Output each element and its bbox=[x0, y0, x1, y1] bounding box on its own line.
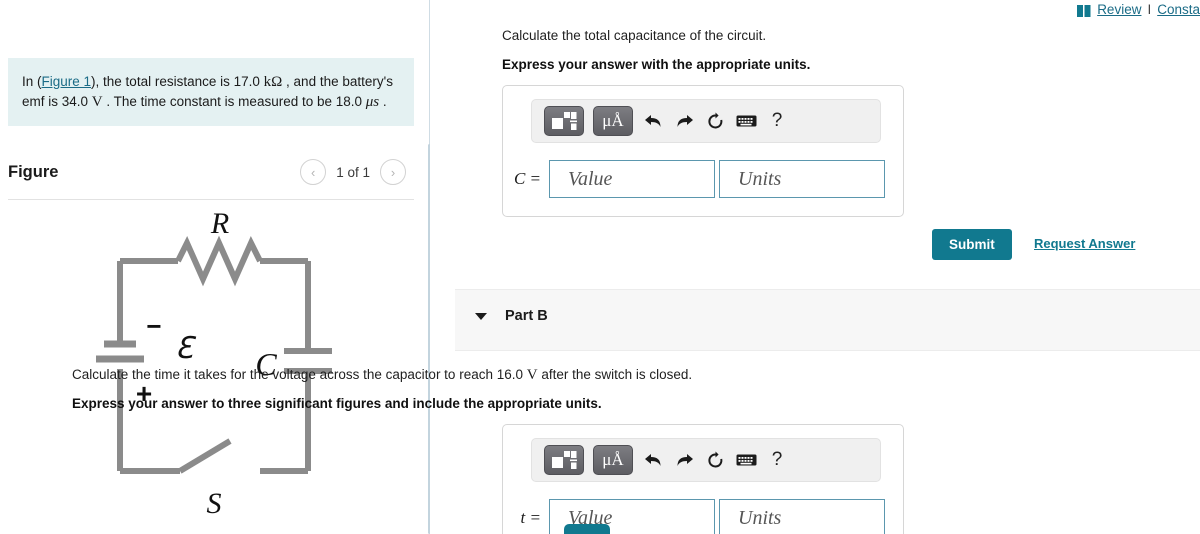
part-a-question: Calculate the total capacitance of the c… bbox=[502, 28, 767, 43]
links-separator: I bbox=[1147, 2, 1152, 17]
info-text-mid3: . The time constant is measured to be 18… bbox=[102, 94, 366, 109]
help-question-icon[interactable]: ? bbox=[766, 110, 788, 132]
chevron-left-icon[interactable]: ‹ bbox=[300, 159, 327, 185]
help-question-icon[interactable]: ? bbox=[766, 449, 788, 471]
part-a-submit-button[interactable]: Submit bbox=[932, 229, 1012, 260]
redo-arrow-icon[interactable] bbox=[673, 110, 695, 132]
part-b-units-input[interactable]: Units bbox=[719, 499, 885, 534]
math-template-icon[interactable] bbox=[544, 106, 584, 136]
part-a-request-answer-link[interactable]: Request Answer bbox=[1034, 236, 1135, 251]
chevron-right-icon[interactable]: › bbox=[380, 159, 406, 185]
top-links: Review I Consta bbox=[1077, 2, 1200, 17]
info-text-pre: In ( bbox=[22, 74, 42, 89]
part-b-variable-label: t = bbox=[520, 508, 541, 527]
emf-unit: V bbox=[91, 94, 103, 110]
part-b-toolbar: μÅ ? bbox=[531, 438, 881, 482]
keyboard-icon[interactable] bbox=[735, 449, 757, 471]
resistance-unit: kΩ bbox=[263, 74, 283, 90]
reset-circular-arrow-icon[interactable] bbox=[704, 110, 726, 132]
reset-circular-arrow-icon[interactable] bbox=[704, 449, 726, 471]
part-a-toolbar: μÅ ? bbox=[531, 99, 881, 143]
figure-header: Figure ‹ 1 of 1 › bbox=[8, 155, 414, 199]
part-a-instruction: Express your answer with the appropriate… bbox=[502, 57, 811, 72]
part-a-value-input[interactable]: Value bbox=[549, 160, 715, 198]
units-button-label: μÅ bbox=[602, 450, 624, 469]
part-a-field-row: C = Value Units bbox=[513, 160, 885, 198]
info-text-mid1: ), the total resistance is 17.0 bbox=[91, 74, 264, 89]
constants-link[interactable]: Consta bbox=[1157, 2, 1200, 17]
time-constant-unit: μs bbox=[365, 94, 380, 110]
figure-1-link[interactable]: Figure 1 bbox=[42, 74, 92, 89]
figure-title: Figure bbox=[8, 163, 59, 181]
caret-down-icon[interactable] bbox=[475, 313, 487, 320]
math-template-icon[interactable] bbox=[544, 445, 584, 475]
part-b-instruction: Express your answer to three significant… bbox=[72, 396, 602, 411]
mu-angstrom-units-icon[interactable]: μÅ bbox=[593, 106, 633, 136]
emf-label: ℇ bbox=[175, 332, 197, 365]
circuit-diagram: R ℇ C S − + bbox=[8, 203, 414, 523]
switch-label: S bbox=[207, 487, 222, 520]
keyboard-icon[interactable] bbox=[735, 110, 757, 132]
part-b-question-pre: Calculate the time it takes for the volt… bbox=[72, 367, 527, 382]
part-b-question: Calculate the time it takes for the volt… bbox=[72, 366, 812, 384]
part-b-submit-button[interactable] bbox=[564, 524, 610, 534]
figure-navigation: ‹ 1 of 1 › bbox=[300, 159, 406, 185]
review-link[interactable]: Review bbox=[1097, 2, 1141, 17]
undo-arrow-icon[interactable] bbox=[642, 110, 664, 132]
part-a-units-input[interactable]: Units bbox=[719, 160, 885, 198]
info-text-end: . bbox=[379, 94, 387, 109]
figure-counter: 1 of 1 bbox=[336, 164, 370, 180]
redo-arrow-icon[interactable] bbox=[673, 449, 695, 471]
problem-statement-box: In (Figure 1), the total resistance is 1… bbox=[8, 58, 414, 126]
figure-divider-rule bbox=[8, 199, 414, 200]
part-b-voltage-unit: V bbox=[526, 367, 538, 383]
mu-angstrom-units-icon[interactable]: μÅ bbox=[593, 445, 633, 475]
part-a-answer-box: μÅ ? C = Value Units bbox=[502, 85, 904, 217]
units-button-label: μÅ bbox=[602, 111, 624, 130]
page-root: In (Figure 1), the total resistance is 1… bbox=[0, 0, 1200, 534]
circuit-svg: R ℇ C S − + bbox=[96, 207, 332, 520]
figure-panel: In (Figure 1), the total resistance is 1… bbox=[0, 0, 429, 534]
part-b-question-post: after the switch is closed. bbox=[537, 367, 693, 382]
part-b-header[interactable]: Part B bbox=[455, 289, 1200, 351]
book-icon bbox=[1077, 4, 1091, 17]
resistor-label: R bbox=[210, 207, 229, 240]
undo-arrow-icon[interactable] bbox=[642, 449, 664, 471]
part-a-variable-label: C = bbox=[513, 169, 541, 188]
battery-minus-label: − bbox=[146, 311, 161, 341]
part-b-title: Part B bbox=[505, 308, 548, 324]
part-b-answer-box: μÅ ? t = Value Units bbox=[502, 424, 904, 534]
